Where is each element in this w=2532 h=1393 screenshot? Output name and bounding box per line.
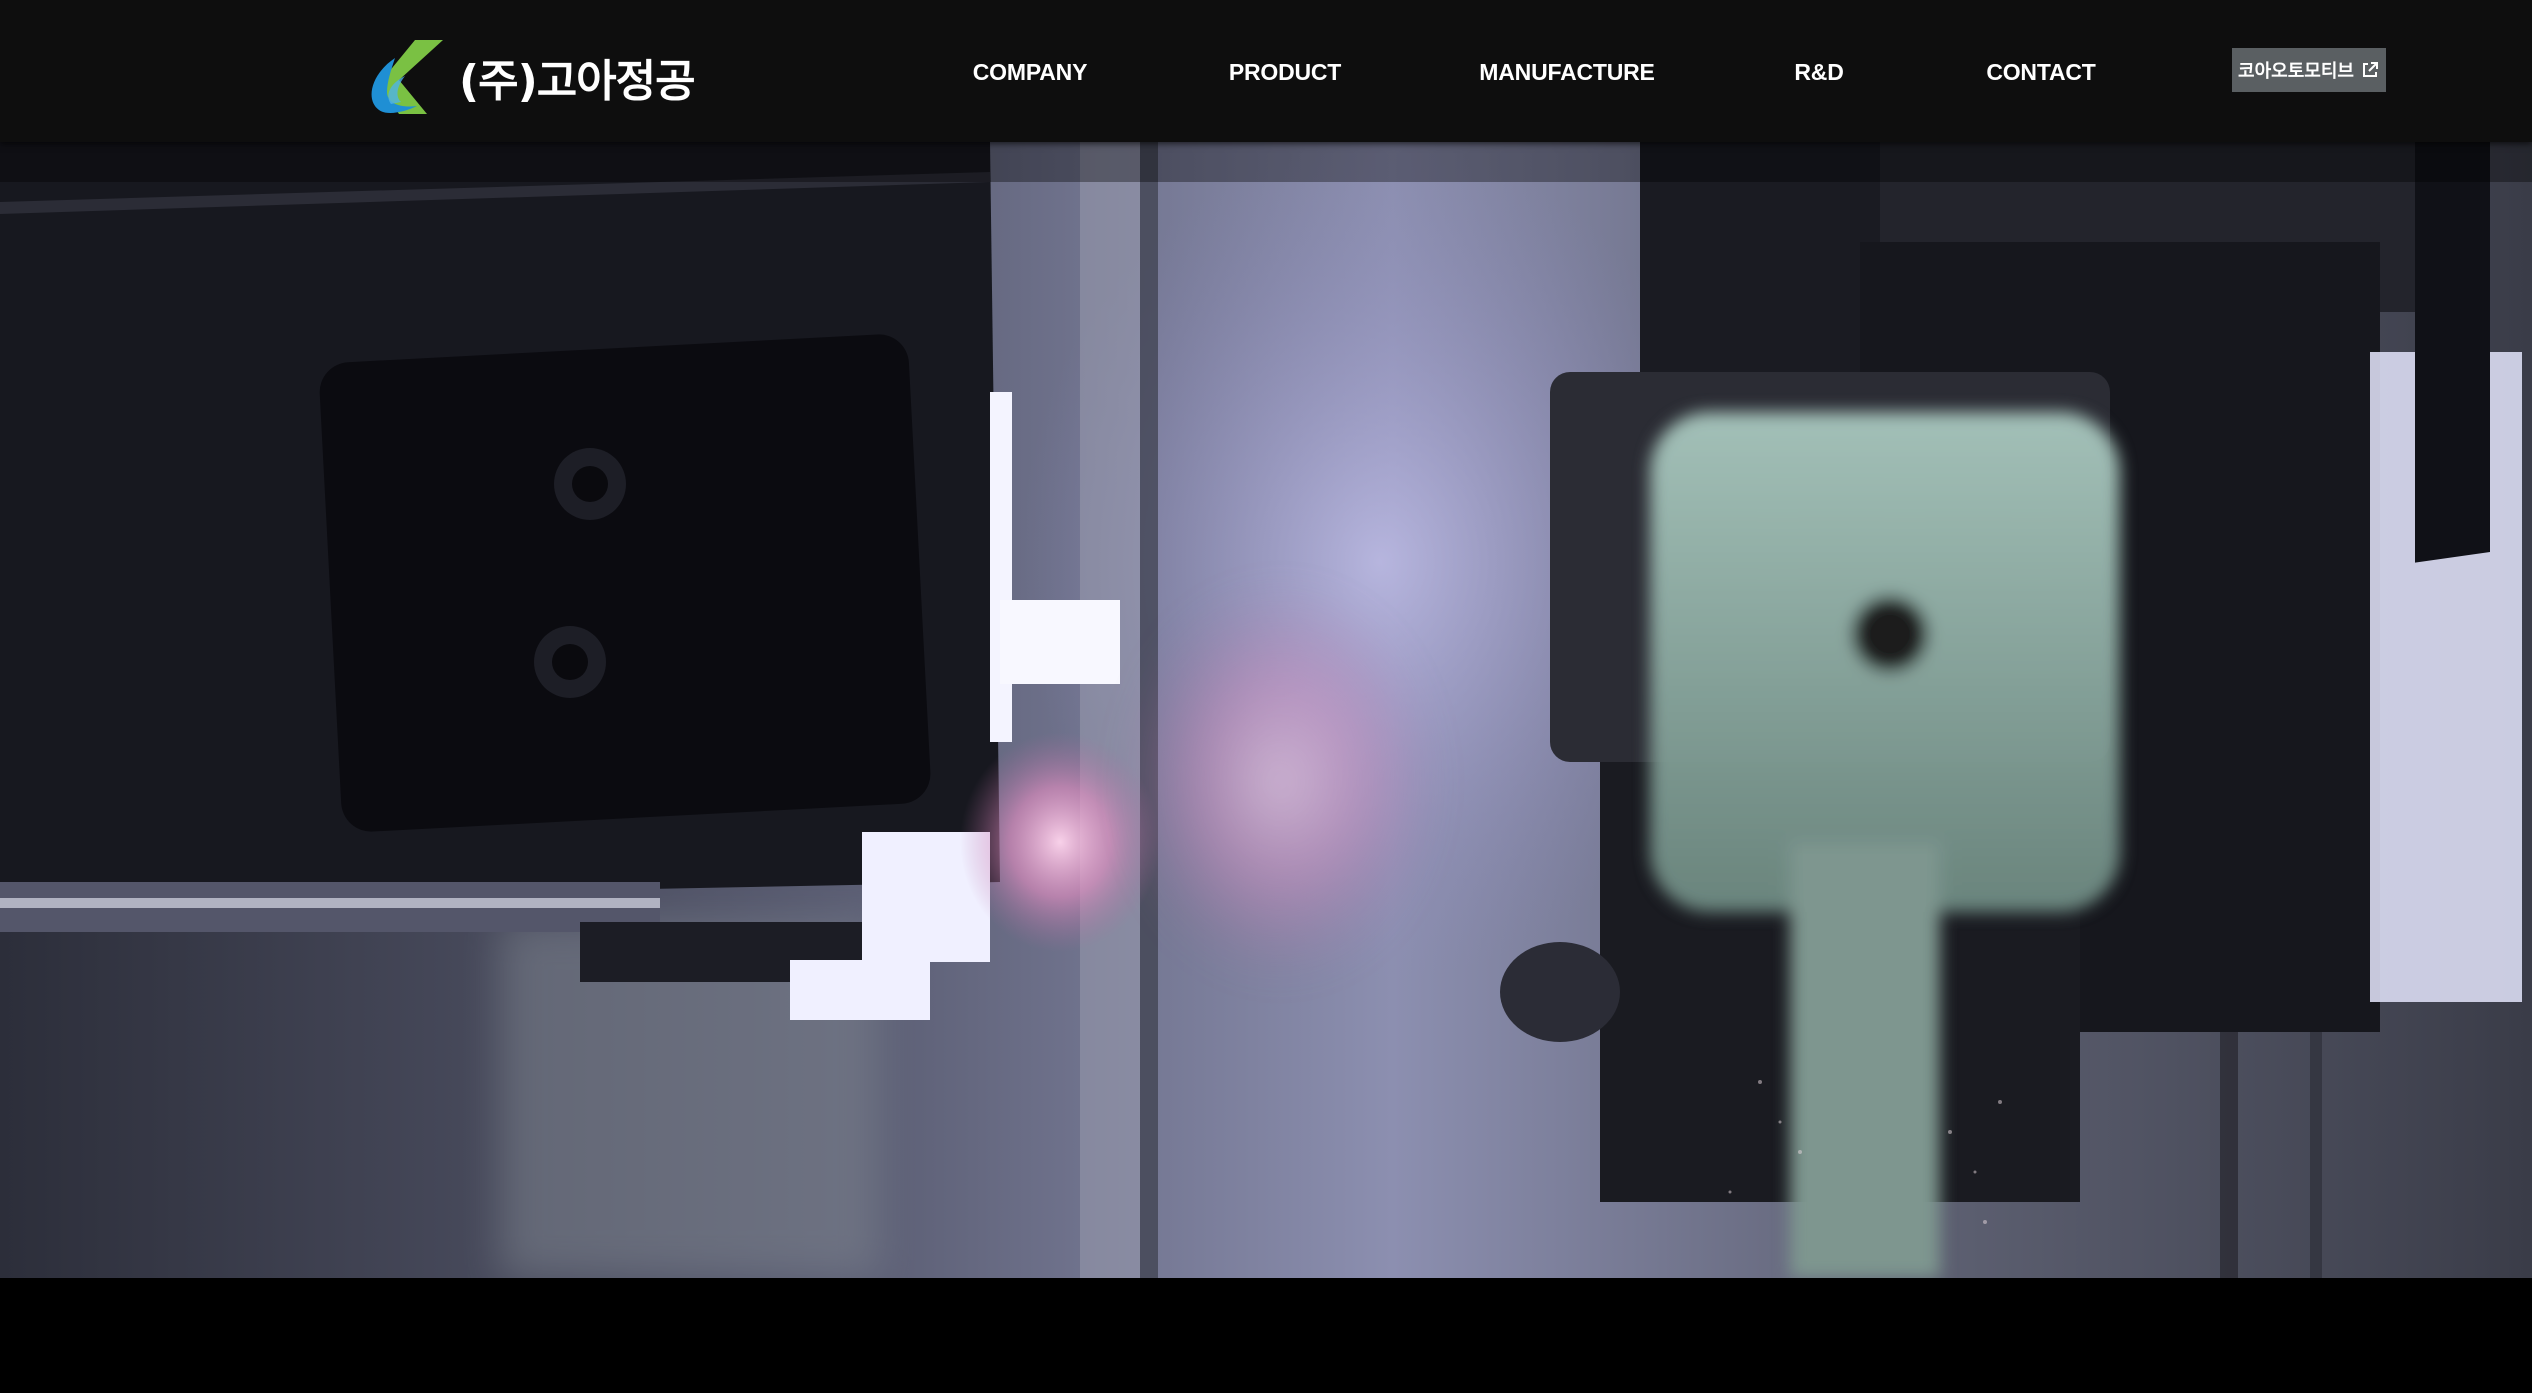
bottom-band <box>0 1278 2532 1393</box>
nav-company[interactable]: COMPANY <box>973 52 1088 92</box>
logo-text: (주)고아정공 <box>459 56 696 107</box>
hero-video <box>0 142 2532 1278</box>
nav-manufacture[interactable]: MANUFACTURE <box>1479 52 1655 92</box>
hero-machinery-image <box>0 142 2532 1278</box>
nav-product[interactable]: PRODUCT <box>1229 52 1342 92</box>
kl-swoosh-logo-icon <box>371 40 443 114</box>
company-logo[interactable]: (주)고아정공 <box>365 40 696 114</box>
nav-contact[interactable]: CONTACT <box>1986 52 2096 92</box>
external-site-label: 코아오토모티브 <box>2238 61 2354 82</box>
external-site-button[interactable]: 코아오토모티브 <box>2232 48 2386 92</box>
nav-rnd[interactable]: R&D <box>1794 52 1843 92</box>
external-link-icon <box>2362 62 2378 77</box>
site-header: (주)고아정공 COMPANY PRODUCT MANUFACTURE R&D … <box>0 0 2532 142</box>
